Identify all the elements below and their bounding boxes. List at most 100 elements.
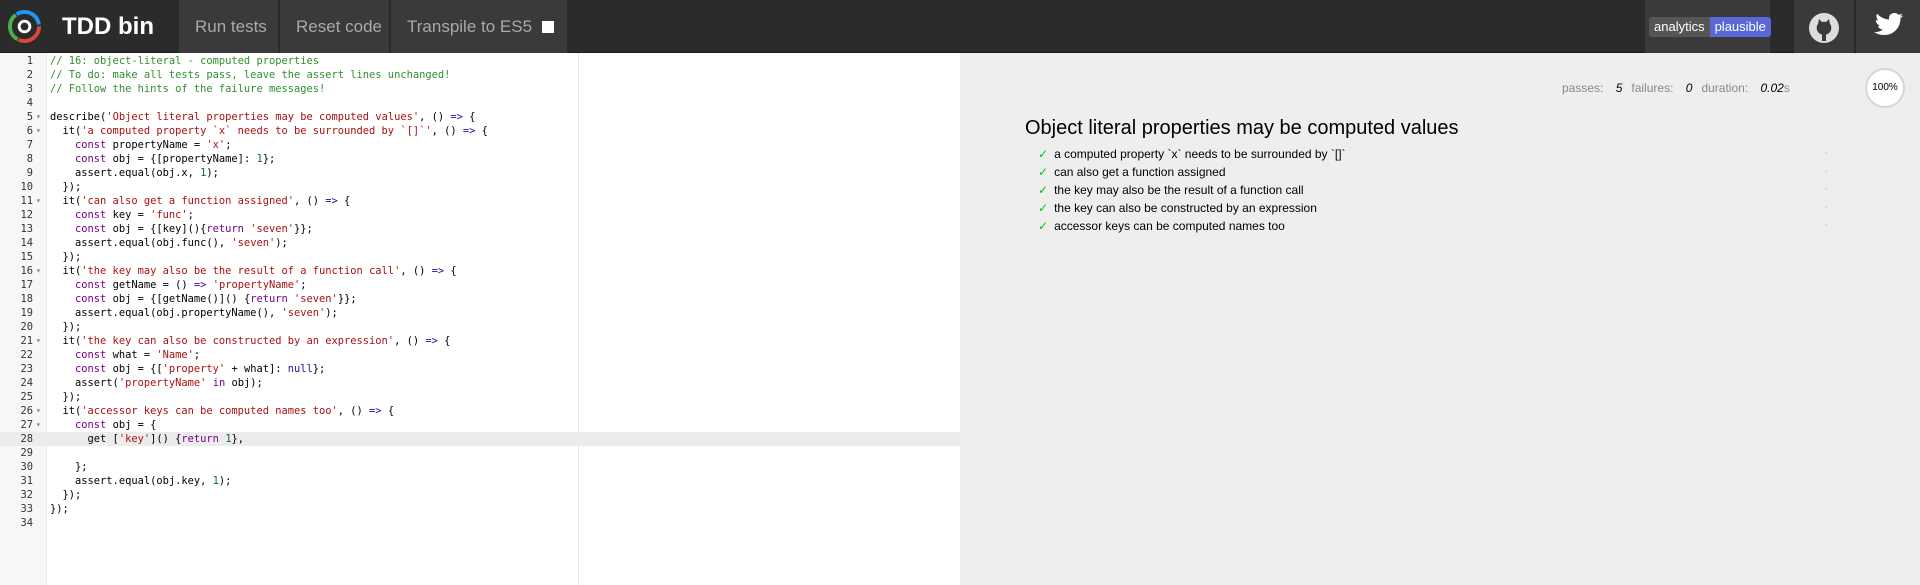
code-line[interactable]: 1 // 16: object-literal - computed proper…	[0, 54, 960, 68]
analytics-panel: analytics plausible	[1645, 0, 1771, 53]
code-line[interactable]: 21 ▾ it('the key can also be constructed …	[0, 334, 960, 348]
fold-toggle-icon[interactable]: ▾	[36, 264, 41, 278]
code-line[interactable]: 5 ▾ describe('Object literal properties ma…	[0, 110, 960, 124]
transpile-label: Transpile to ES5	[407, 17, 533, 36]
test-item[interactable]: ✓ a computed property `x` needs to be sur…	[1038, 145, 1828, 163]
code-token: ;	[300, 279, 307, 291]
fold-toggle-icon[interactable]: ▾	[36, 194, 41, 208]
line-code: const what = 'Name';	[50, 348, 200, 362]
line-code: it('the key may also be the result of a …	[50, 264, 457, 278]
transpile-toggle[interactable]: Transpile to ES5	[391, 0, 568, 53]
code-line[interactable]: 23 const obj = {['property' + what]: nul…	[0, 362, 960, 376]
code-line[interactable]: 27 ▾ const obj = {	[0, 418, 960, 432]
code-token: }};	[337, 293, 357, 305]
transpile-checkbox[interactable]	[542, 21, 555, 33]
code-line[interactable]: 6 ▾ it('a computed property `x` needs to …	[0, 124, 960, 138]
test-item[interactable]: ✓ accessor keys can be computed names too…	[1038, 217, 1828, 235]
code-token: 'func'	[150, 209, 188, 221]
line-number: 30	[20, 461, 33, 473]
test-item[interactable]: ✓ the key can also be constructed by an e…	[1038, 199, 1828, 217]
line-number: 7	[26, 139, 33, 151]
code-line[interactable]: 30 };	[0, 460, 960, 474]
code-line[interactable]: 7 const propertyName = 'x';	[0, 138, 960, 152]
code-editor[interactable]: 1 // 16: object-literal - computed proper…	[0, 53, 960, 585]
passes-label: passes:	[1562, 81, 1604, 95]
code-line[interactable]: 20 });	[0, 320, 960, 334]
code-line[interactable]: 17 const getName = () => 'propertyName';	[0, 278, 960, 292]
code-line[interactable]: 18 const obj = {[getName()]() {return 's…	[0, 292, 960, 306]
code-token: it(	[50, 405, 82, 417]
analytics-badge[interactable]: analytics plausible	[1649, 17, 1771, 37]
test-item[interactable]: ✓ can also get a function assigned -	[1038, 163, 1828, 181]
line-number: 34	[20, 517, 33, 529]
code-line[interactable]: 26 ▾ it('accessor keys can be computed na…	[0, 404, 960, 418]
code-token: {	[444, 265, 457, 277]
failures-stat[interactable]: failures: 0	[1631, 81, 1692, 95]
code-token: return	[206, 223, 244, 235]
code-token: + what]:	[225, 363, 288, 375]
code-line[interactable]: 19 assert.equal(obj.propertyName(), 'sev…	[0, 306, 960, 320]
line-code: // To do: make all tests pass, leave the…	[50, 68, 450, 82]
code-line[interactable]: 15 });	[0, 250, 960, 264]
code-lines[interactable]: 1 // 16: object-literal - computed proper…	[0, 54, 960, 530]
code-token: =>	[369, 405, 382, 417]
code-token: obj = {[	[106, 363, 163, 375]
fold-toggle-icon[interactable]: ▾	[36, 418, 41, 432]
fold-toggle-icon[interactable]: ▾	[36, 124, 41, 138]
code-line[interactable]: 28 get ['key']() {return 1},	[0, 432, 960, 446]
run-tests-button[interactable]: Run tests	[179, 0, 279, 53]
code-line[interactable]: 32 });	[0, 488, 960, 502]
code-line[interactable]: 8 const obj = {[propertyName]: 1};	[0, 152, 960, 166]
code-line[interactable]: 9 assert.equal(obj.x, 1);	[0, 166, 960, 180]
fold-toggle-icon[interactable]: ▾	[36, 110, 41, 124]
code-token: in	[212, 377, 226, 389]
code-line[interactable]: 22 const what = 'Name';	[0, 348, 960, 362]
fold-toggle-icon[interactable]: ▾	[36, 334, 41, 348]
line-code: assert('propertyName' in obj);	[50, 376, 263, 390]
fold-toggle-icon[interactable]: ▾	[36, 404, 41, 418]
line-code: const obj = {[key](){return 'seven'}};	[50, 222, 313, 236]
code-line[interactable]: 13 const obj = {[key](){return 'seven'}}…	[0, 222, 960, 236]
code-line[interactable]: 24 assert('propertyName' in obj);	[0, 376, 960, 390]
code-token: what =	[106, 349, 157, 361]
suite-title[interactable]: Object literal properties may be compute…	[1025, 117, 1459, 140]
passes-stat[interactable]: passes: 5	[1562, 81, 1622, 95]
code-line[interactable]: 29	[0, 446, 960, 460]
line-number: 31	[20, 475, 33, 487]
twitter-link[interactable]	[1856, 0, 1920, 53]
line-number: 25	[20, 391, 33, 403]
code-token: null	[287, 363, 313, 375]
github-link[interactable]	[1794, 0, 1854, 53]
line-number: 28	[20, 433, 33, 445]
code-token: 'Object literal properties may be comput…	[106, 111, 420, 123]
test-stats: passes: 5 failures: 0 duration: 0.02s	[1562, 81, 1799, 95]
code-line[interactable]: 2 // To do: make all tests pass, leave th…	[0, 68, 960, 82]
code-line[interactable]: 12 const key = 'func';	[0, 208, 960, 222]
line-code: assert.equal(obj.propertyName(), 'seven'…	[50, 306, 338, 320]
code-token: const	[75, 279, 107, 291]
test-item[interactable]: ✓ the key may also be the result of a fun…	[1038, 181, 1828, 199]
code-line[interactable]: 4	[0, 96, 960, 110]
code-token: , ()	[419, 111, 451, 123]
code-line[interactable]: 10 });	[0, 180, 960, 194]
code-token: 'Name'	[156, 349, 194, 361]
code-token: obj = {[key](){	[106, 223, 207, 235]
reset-code-button[interactable]: Reset code	[280, 0, 390, 53]
code-line[interactable]: 3 // Follow the hints of the failure mess…	[0, 82, 960, 96]
code-token: }};	[294, 223, 313, 235]
code-token: , ()	[400, 265, 432, 277]
code-token: obj = {	[106, 419, 157, 431]
line-code: const propertyName = 'x';	[50, 138, 231, 152]
code-line[interactable]: 31 assert.equal(obj.key, 1);	[0, 474, 960, 488]
code-line[interactable]: 16 ▾ it('the key may also be the result o…	[0, 264, 960, 278]
tdd-cycle-logo-icon[interactable]	[8, 10, 41, 43]
code-line[interactable]: 25 });	[0, 390, 960, 404]
code-token: assert.equal(obj.func(),	[50, 237, 232, 249]
code-line[interactable]: 14 assert.equal(obj.func(), 'seven');	[0, 236, 960, 250]
code-line[interactable]: 33});	[0, 502, 960, 516]
line-code: });	[50, 180, 82, 194]
code-line[interactable]: 34	[0, 516, 960, 530]
line-code: const obj = {[propertyName]: 1};	[50, 152, 275, 166]
code-line[interactable]: 11 ▾ it('can also get a function assigned…	[0, 194, 960, 208]
